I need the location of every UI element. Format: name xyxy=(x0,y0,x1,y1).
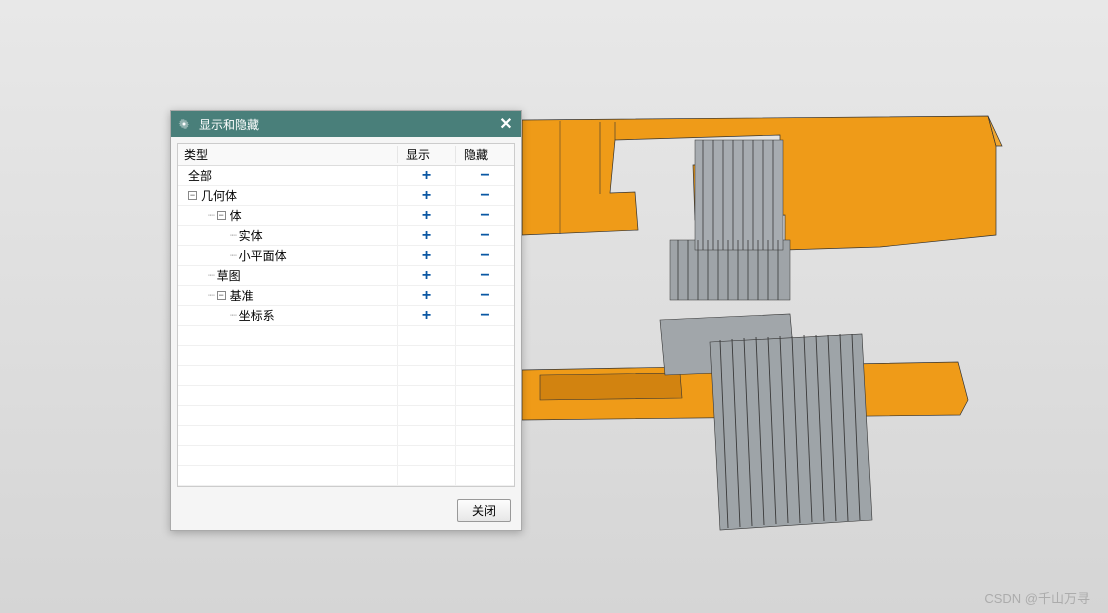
dialog-titlebar[interactable]: 显示和隐藏 ✕ xyxy=(171,111,521,137)
hide-cell[interactable]: − xyxy=(456,226,514,245)
empty-row xyxy=(178,426,514,446)
cad-viewport[interactable] xyxy=(0,0,1108,613)
empty-row xyxy=(178,446,514,466)
row-text: 几何体 xyxy=(201,187,237,204)
tree-row[interactable]: ┈小平面体+− xyxy=(178,246,514,266)
close-button[interactable]: 关闭 xyxy=(457,499,511,522)
dialog-title: 显示和隐藏 xyxy=(199,116,497,133)
show-cell[interactable]: + xyxy=(398,286,456,305)
dialog-footer: 关闭 xyxy=(171,493,521,530)
tree-row[interactable]: 全部 +− xyxy=(178,166,514,186)
row-text: 体 xyxy=(230,207,242,224)
show-cell[interactable]: + xyxy=(398,266,456,285)
empty-row xyxy=(178,466,514,486)
tree-row[interactable]: −几何体+− xyxy=(178,186,514,206)
row-label[interactable]: ┈−体 xyxy=(178,206,398,225)
hide-cell[interactable]: − xyxy=(456,206,514,225)
header-type[interactable]: 类型 xyxy=(178,146,398,163)
tree-branch-icon: ┈ xyxy=(230,249,237,262)
hide-cell[interactable]: − xyxy=(456,266,514,285)
empty-row xyxy=(178,406,514,426)
hide-cell[interactable]: − xyxy=(456,306,514,325)
row-text: 全部 xyxy=(188,167,212,184)
tree-row[interactable]: ┈实体+− xyxy=(178,226,514,246)
tree-row[interactable]: ┈坐标系+− xyxy=(178,306,514,326)
row-label[interactable]: ┈小平面体 xyxy=(178,246,398,265)
show-cell[interactable]: + xyxy=(398,246,456,265)
row-text: 基准 xyxy=(230,287,254,304)
header-show[interactable]: 显示 xyxy=(398,146,456,163)
empty-row xyxy=(178,366,514,386)
row-label[interactable]: ┈坐标系 xyxy=(178,306,398,325)
row-label[interactable]: −几何体 xyxy=(178,186,398,205)
row-text: 坐标系 xyxy=(239,307,275,324)
hide-cell[interactable]: − xyxy=(456,246,514,265)
empty-row xyxy=(178,326,514,346)
tree-branch-icon: ┈ xyxy=(230,229,237,242)
row-label[interactable]: ┈实体 xyxy=(178,226,398,245)
tree-grid: 类型 显示 隐藏 全部+−−几何体+−┈−体+−┈实体+−┈小平面体+−┈草图+… xyxy=(177,143,515,487)
row-label[interactable]: 全部 xyxy=(178,166,398,185)
tree-row[interactable]: ┈−基准+− xyxy=(178,286,514,306)
row-text: 草图 xyxy=(217,267,241,284)
expander-icon[interactable]: − xyxy=(217,211,226,220)
tree-branch-icon: ┈ xyxy=(208,209,215,222)
show-cell[interactable]: + xyxy=(398,206,456,225)
expander-icon[interactable]: − xyxy=(217,291,226,300)
tree-row[interactable]: ┈−体+− xyxy=(178,206,514,226)
expander-icon[interactable]: − xyxy=(188,191,197,200)
row-text: 实体 xyxy=(239,227,263,244)
empty-row xyxy=(178,386,514,406)
row-label[interactable]: ┈−基准 xyxy=(178,286,398,305)
column-headers: 类型 显示 隐藏 xyxy=(178,144,514,166)
show-cell[interactable]: + xyxy=(398,226,456,245)
tree-row[interactable]: ┈草图+− xyxy=(178,266,514,286)
hide-cell[interactable]: − xyxy=(456,186,514,205)
watermark: CSDN @千山万寻 xyxy=(984,588,1090,607)
lower-fins xyxy=(710,334,872,530)
tree-branch-icon: ┈ xyxy=(208,269,215,282)
show-cell[interactable]: + xyxy=(398,186,456,205)
gear-icon xyxy=(177,117,191,131)
show-hide-dialog: 显示和隐藏 ✕ 类型 显示 隐藏 全部+−−几何体+−┈−体+−┈实体+−┈小平… xyxy=(170,110,522,531)
tree-branch-icon: ┈ xyxy=(230,309,237,322)
row-label[interactable]: ┈草图 xyxy=(178,266,398,285)
header-hide[interactable]: 隐藏 xyxy=(456,146,514,163)
tree-branch-icon: ┈ xyxy=(208,289,215,302)
empty-row xyxy=(178,346,514,366)
show-cell[interactable]: + xyxy=(398,306,456,325)
hide-cell[interactable]: − xyxy=(456,166,514,185)
show-cell[interactable]: + xyxy=(398,166,456,185)
hide-cell[interactable]: − xyxy=(456,286,514,305)
row-text: 小平面体 xyxy=(239,247,287,264)
close-icon[interactable]: ✕ xyxy=(497,115,515,133)
